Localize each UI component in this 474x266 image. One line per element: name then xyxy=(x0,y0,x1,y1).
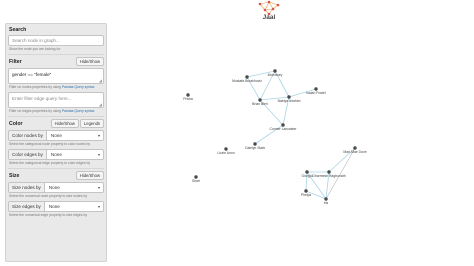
graph-node-dot[interactable] xyxy=(224,147,228,151)
graph-node-label: Isaiah Postel xyxy=(306,91,326,95)
graph-node-label: Giorgio xyxy=(302,174,313,178)
graph-node-label: Lizzie Anon xyxy=(217,151,234,155)
graph-node-dot[interactable] xyxy=(353,146,357,150)
graph-node[interactable]: Lizzie Anon xyxy=(217,147,235,155)
graph-node-dot[interactable] xyxy=(287,95,291,99)
graph-node-label: Nabiya Ibrahim xyxy=(278,99,301,103)
graph-node-label: Dharmesh Raghunath xyxy=(312,174,345,178)
graph-node[interactable]: Shari xyxy=(192,175,200,183)
graph-node-dot[interactable] xyxy=(186,93,190,97)
graph-node[interactable]: Prisha xyxy=(183,93,193,101)
graph-node-dot[interactable] xyxy=(327,170,331,174)
graph-node-dot[interactable] xyxy=(245,75,249,79)
graph-node[interactable]: Nabiya Ibrahim xyxy=(278,95,301,103)
graph-node-label: Mari-Mae Dove xyxy=(343,150,366,154)
graph-node-dot[interactable] xyxy=(273,69,277,73)
graph-nodes: Morrissey Mustafa Burakhovic Isaiah Postel… xyxy=(183,69,367,205)
graph-node-dot[interactable] xyxy=(253,142,257,146)
graph-node-label: Mustafa Burakhovic xyxy=(232,79,262,83)
graph-node-label: Morrissey xyxy=(268,73,283,77)
graph-node-label: Conner Lancaster xyxy=(270,127,298,131)
graph-node[interactable]: Mari-Mae Dove xyxy=(343,146,367,154)
graph-node-dot[interactable] xyxy=(304,189,308,193)
graph-node[interactable]: Conner Lancaster xyxy=(270,123,298,131)
network-graph[interactable]: Morrissey Mustafa Burakhovic Isaiah Postel… xyxy=(0,0,474,266)
graph-node-label: Shari xyxy=(192,179,200,183)
graph-node[interactable]: Iris xyxy=(324,197,329,205)
graph-node[interactable]: Dharmesh Raghunath xyxy=(312,170,346,178)
graph-node[interactable]: Catelyn Stark xyxy=(245,142,266,150)
graph-node[interactable]: Morrissey xyxy=(268,69,283,77)
graph-node-label: Catelyn Stark xyxy=(245,146,266,150)
graph-node-dot[interactable] xyxy=(258,98,262,102)
graph-edges xyxy=(246,70,356,200)
graph-node-dot[interactable] xyxy=(314,87,318,91)
graph-node-label: Iris xyxy=(324,201,329,205)
graph-node[interactable]: Isaiah Postel xyxy=(306,87,326,95)
graph-node-label: Phelps xyxy=(301,193,312,197)
graph-node-label: Brian Bleh xyxy=(252,102,268,106)
graph-node-dot[interactable] xyxy=(305,170,309,174)
graph-node-dot[interactable] xyxy=(324,197,328,201)
graph-node-dot[interactable] xyxy=(194,175,198,179)
graph-node[interactable]: Giorgio xyxy=(302,170,313,178)
graph-node-dot[interactable] xyxy=(281,123,285,127)
graph-node[interactable]: Mustafa Burakhovic xyxy=(232,75,262,83)
graph-node[interactable]: Phelps xyxy=(301,189,312,197)
graph-node-label: Prisha xyxy=(183,97,193,101)
